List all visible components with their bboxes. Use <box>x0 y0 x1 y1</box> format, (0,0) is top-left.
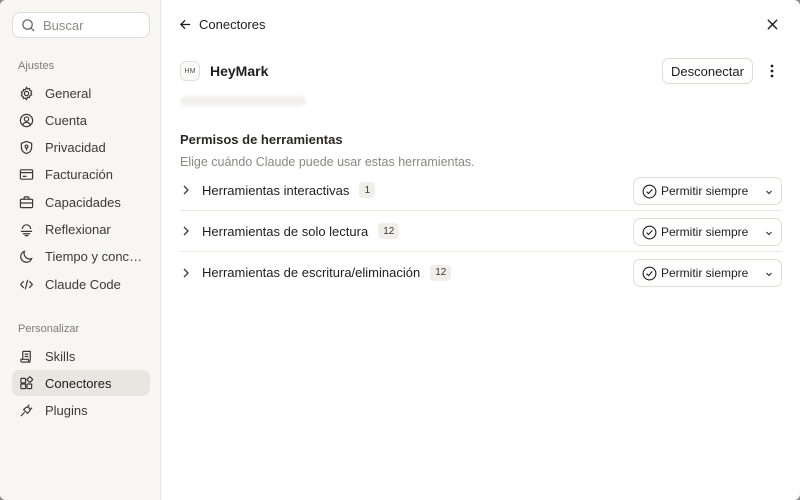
credit-card-icon <box>18 167 34 183</box>
sidebar-item-label: Plugins <box>45 403 88 419</box>
check-circle-icon <box>642 266 657 280</box>
sidebar-item-skills[interactable]: Skills <box>12 343 150 369</box>
permissions-list: Herramientas interactivas 1 Permitir sie… <box>180 170 782 293</box>
reflect-icon <box>18 221 34 237</box>
back-label: Conectores <box>199 16 266 32</box>
connector-logo: HM <box>180 61 200 81</box>
search-input[interactable] <box>43 17 143 33</box>
sidebar-item-tiempo[interactable]: Tiempo y conce… <box>12 244 150 270</box>
sidebar-item-cuenta[interactable]: Cuenta <box>12 107 150 133</box>
sidebar-item-label: Capacidades <box>45 194 121 210</box>
disconnect-button[interactable]: Desconectar <box>662 58 753 84</box>
connector-header: HM HeyMark <box>180 61 268 81</box>
permissions-subtitle: Elige cuándo Claude puede usar estas her… <box>180 155 475 169</box>
check-circle-icon <box>642 184 657 198</box>
permission-row-label: Herramientas de solo lectura <box>202 223 369 239</box>
sidebar-item-label: Claude Code <box>45 276 121 292</box>
close-icon <box>766 18 778 30</box>
permission-select[interactable]: Permitir siempre <box>633 177 782 205</box>
settings-window: Ajustes General Cuenta Privacidad Factur… <box>0 0 800 500</box>
sidebar-item-general[interactable]: General <box>12 80 150 106</box>
permission-select-value: Permitir siempre <box>661 184 749 198</box>
sidebar-item-reflexionar[interactable]: Reflexionar <box>12 216 150 242</box>
tool-count-badge: 12 <box>430 264 452 281</box>
sidebar-item-label: Facturación <box>45 167 113 183</box>
permission-row-interactivas[interactable]: Herramientas interactivas 1 Permitir sie… <box>180 170 782 211</box>
sidebar-item-facturacion[interactable]: Facturación <box>12 162 150 188</box>
gear-icon <box>18 85 34 101</box>
main-panel: Conectores HM HeyMark Desconectar Permis… <box>161 0 800 500</box>
sidebar-item-label: Tiempo y conce… <box>45 249 145 265</box>
sidebar-item-plugins[interactable]: Plugins <box>12 398 150 424</box>
chevron-down-icon <box>766 190 772 195</box>
sidebar-item-label: Reflexionar <box>45 221 111 237</box>
back-button[interactable]: Conectores <box>179 14 265 34</box>
briefcase-icon <box>18 194 34 210</box>
sidebar-item-label: Skills <box>45 348 76 364</box>
check-circle-icon <box>642 225 657 239</box>
user-icon <box>18 112 34 128</box>
chevron-right-icon <box>182 226 194 236</box>
permission-select[interactable]: Permitir siempre <box>633 218 782 246</box>
permission-select-value: Permitir siempre <box>661 266 749 280</box>
permission-row-escritura[interactable]: Herramientas de escritura/eliminación 12… <box>180 252 782 293</box>
scroll-icon <box>18 348 34 364</box>
connector-name: HeyMark <box>210 63 269 79</box>
moon-icon <box>18 249 34 265</box>
connectors-icon <box>18 375 34 391</box>
sidebar: Ajustes General Cuenta Privacidad Factur… <box>0 0 161 500</box>
more-vertical-icon <box>770 64 774 78</box>
search-box[interactable] <box>12 12 150 38</box>
sidebar-item-label: Privacidad <box>45 140 106 156</box>
section-label-personalizar: Personalizar <box>18 323 80 336</box>
sidebar-item-capacidades[interactable]: Capacidades <box>12 189 150 215</box>
permission-row-label: Herramientas interactivas <box>202 182 350 198</box>
chevron-down-icon <box>766 272 772 277</box>
sidebar-item-label: Conectores <box>45 375 112 391</box>
section-label-ajustes: Ajustes <box>18 60 55 72</box>
sidebar-item-label: General <box>45 85 92 101</box>
blurred-description <box>180 96 306 106</box>
permission-select-value: Permitir siempre <box>661 225 749 239</box>
arrow-left-icon <box>179 19 191 29</box>
chevron-right-icon <box>182 268 194 278</box>
code-icon <box>18 276 34 292</box>
sidebar-item-privacidad[interactable]: Privacidad <box>12 135 150 161</box>
sidebar-item-label: Cuenta <box>45 112 87 128</box>
sidebar-item-claude-code[interactable]: Claude Code <box>12 271 150 297</box>
tool-count-badge: 12 <box>378 223 400 239</box>
chevron-right-icon <box>182 185 194 195</box>
close-button[interactable] <box>764 16 780 32</box>
permission-row-label: Herramientas de escritura/eliminación <box>202 265 421 280</box>
search-icon <box>22 18 35 32</box>
tool-count-badge: 1 <box>359 182 376 198</box>
chevron-down-icon <box>766 231 772 236</box>
more-options-button[interactable] <box>763 62 781 80</box>
shield-icon <box>18 140 34 156</box>
permissions-title: Permisos de herramientas <box>180 132 343 147</box>
plug-icon <box>18 403 34 419</box>
permission-select[interactable]: Permitir siempre <box>633 259 782 287</box>
sidebar-item-conectores[interactable]: Conectores <box>12 370 150 397</box>
permission-row-solo-lectura[interactable]: Herramientas de solo lectura 12 Permitir… <box>180 211 782 252</box>
